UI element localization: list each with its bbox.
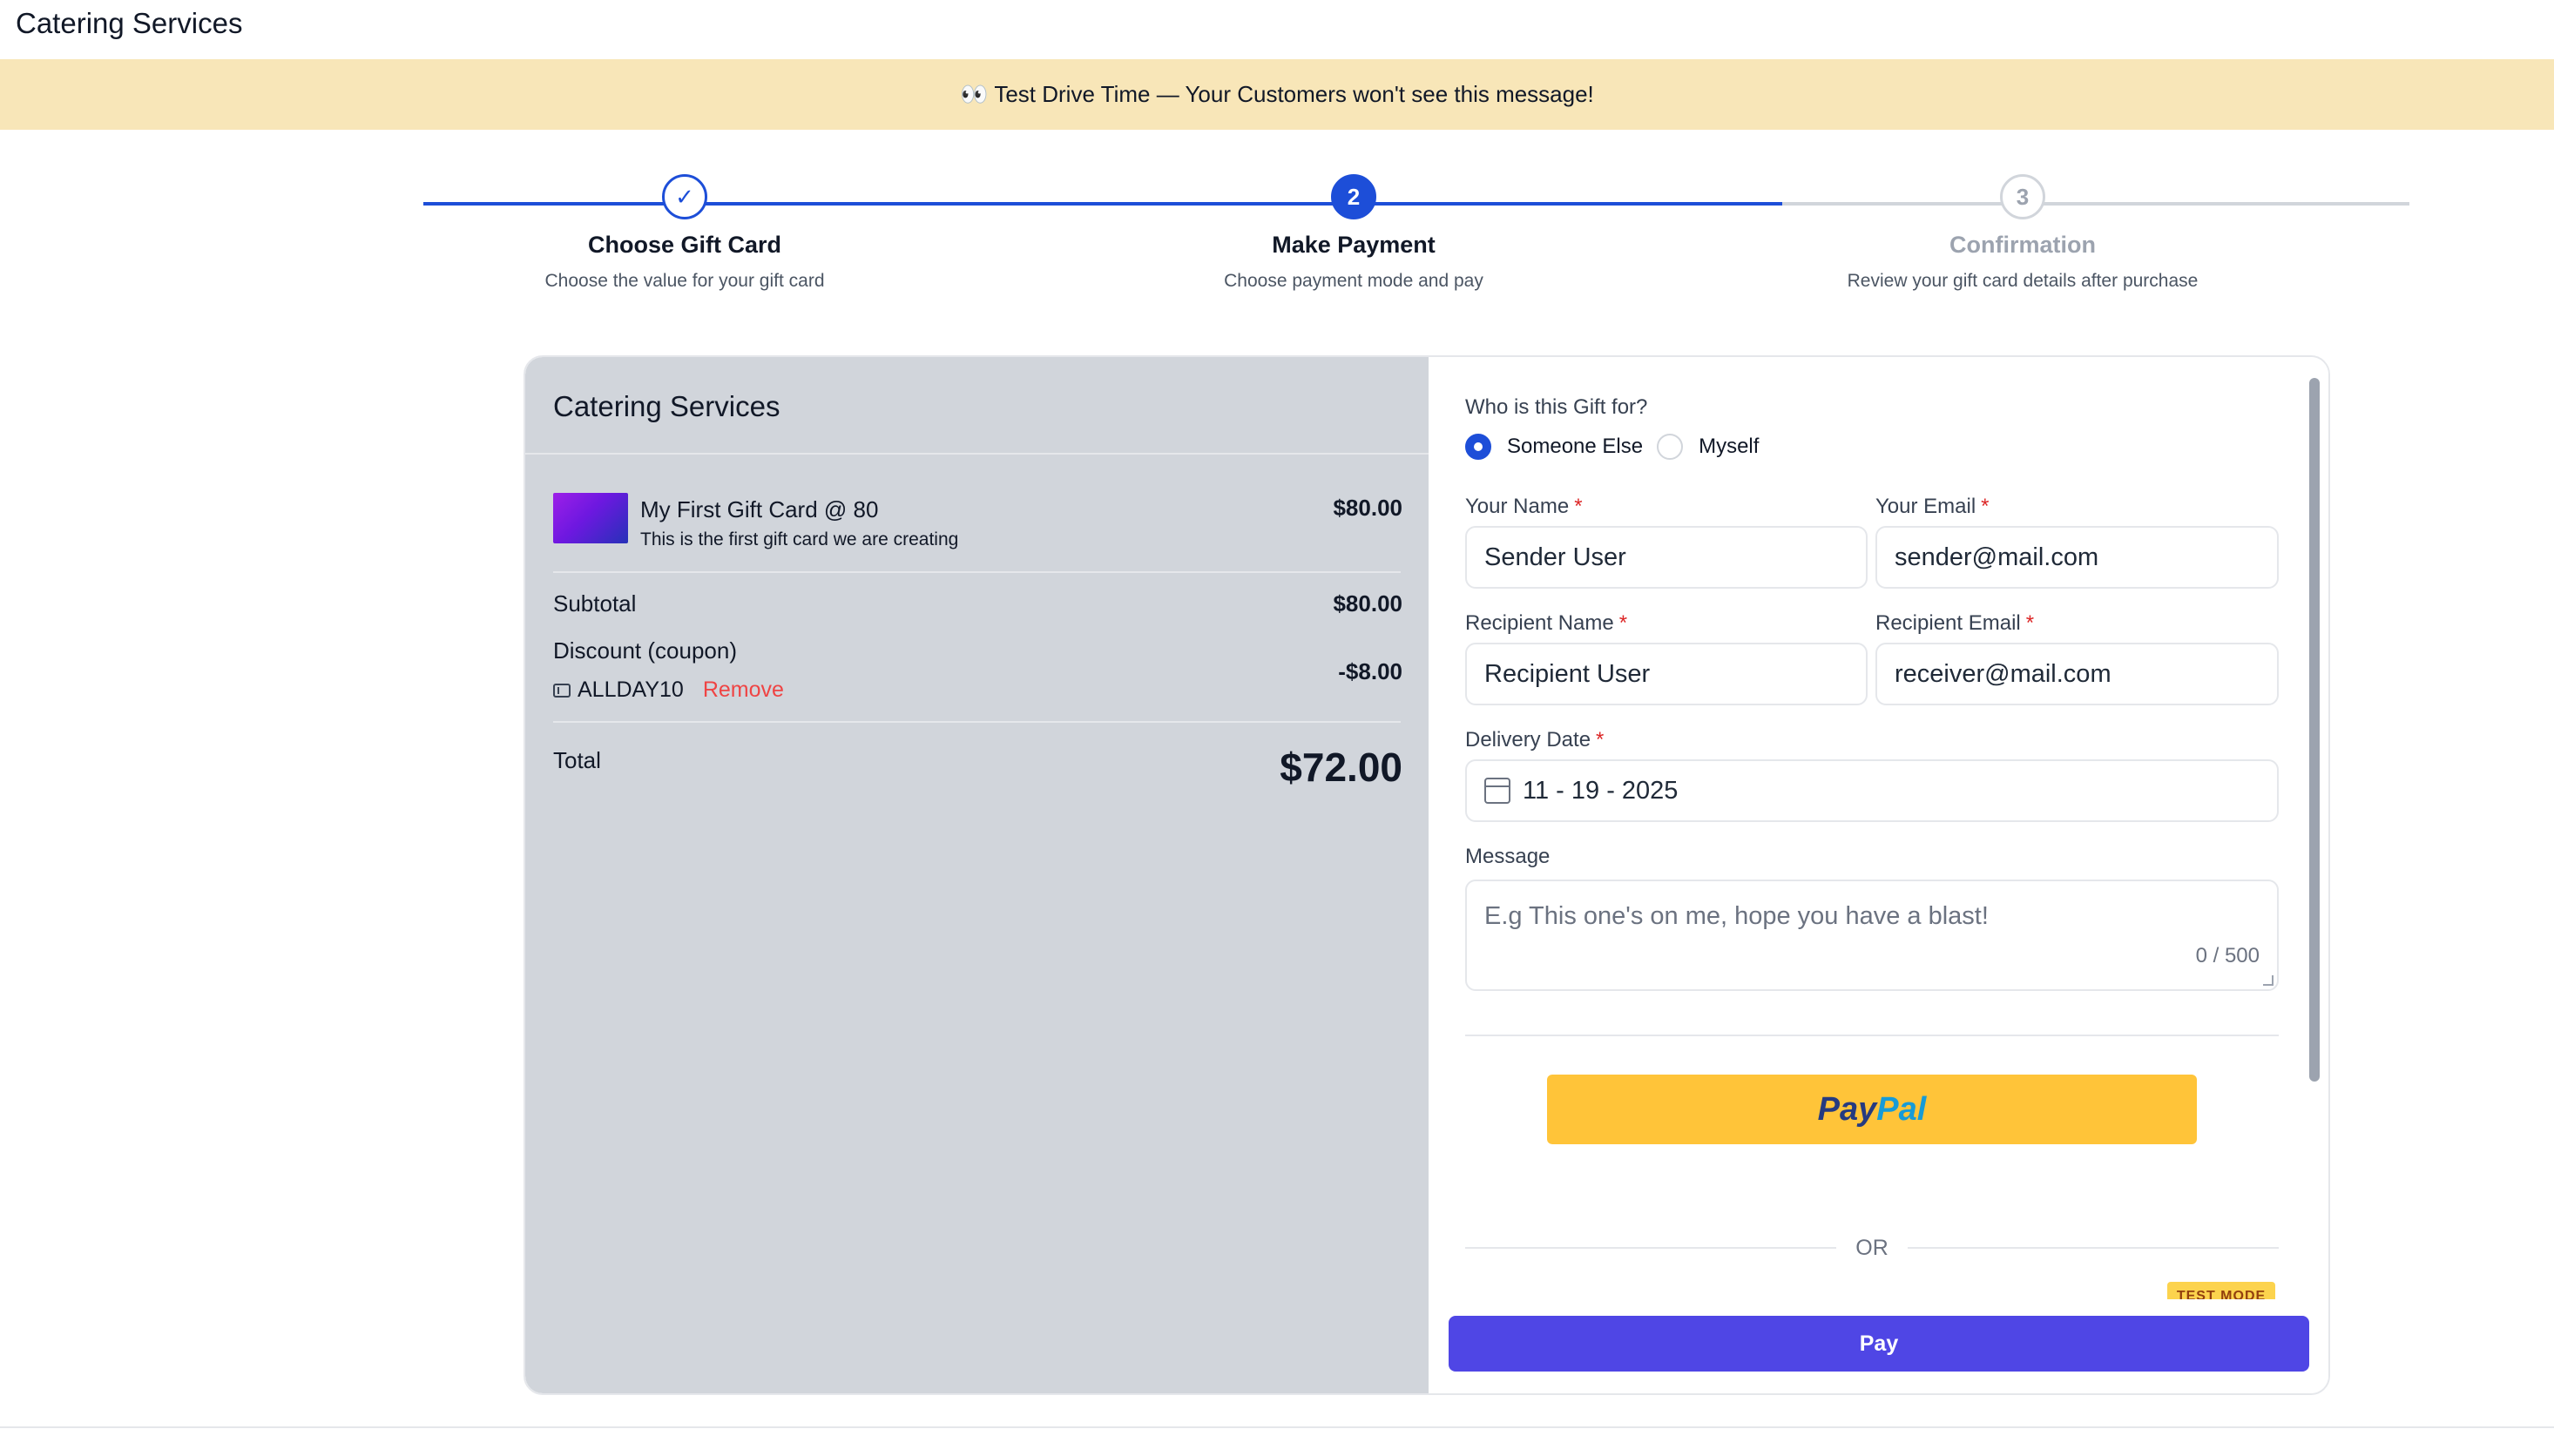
radio-myself[interactable] (1657, 434, 1684, 460)
required-mark: * (1574, 495, 1583, 518)
form-divider (1465, 1035, 2279, 1036)
discount-label: Discount (coupon) (553, 637, 737, 664)
summary-divider (553, 721, 1401, 723)
total-value: $72.00 (1280, 745, 1402, 790)
summary-divider (553, 571, 1401, 573)
required-mark: * (2025, 611, 2035, 635)
form-scrollbar[interactable] (2309, 378, 2320, 1082)
step-subtitle: Choose the value for your gift card (544, 271, 825, 291)
message-textarea[interactable]: E.g This one's on me, hope you have a bl… (1465, 880, 2279, 991)
checkout-stepper: ✓ Choose Gift Card Choose the value for … (423, 174, 2409, 305)
your-email-label: Your Email * (1875, 495, 1990, 519)
recipient-name-input[interactable]: Recipient User (1465, 643, 1868, 705)
step-title: Make Payment (1272, 232, 1436, 258)
radio-label-someone-else: Someone Else (1507, 435, 1644, 458)
paypal-logo-pal: Pal (1876, 1090, 1927, 1128)
discount-value: -$8.00 (1338, 658, 1402, 684)
paypal-button[interactable]: Pay Pal (1547, 1075, 2197, 1144)
or-line-right (1907, 1247, 2279, 1249)
step-make-payment: 2 Make Payment Choose payment mode and p… (1092, 174, 1615, 292)
paypal-logo-pay: Pay (1817, 1090, 1877, 1128)
gift-for-radio-group: Someone Else Myself (1465, 434, 1773, 460)
checkmark-icon: ✓ (662, 174, 707, 219)
delivery-date-value: 11 - 19 - 2025 (1523, 776, 1679, 805)
your-name-label-text: Your Name (1465, 495, 1570, 518)
step-choose-gift-card[interactable]: ✓ Choose Gift Card Choose the value for … (423, 174, 946, 292)
pay-button[interactable]: Pay (1449, 1316, 2309, 1372)
summary-shop-name: Catering Services (553, 390, 780, 422)
step-subtitle: Choose payment mode and pay (1224, 271, 1483, 291)
or-label: OR (1855, 1235, 1888, 1260)
step-number: 2 (1331, 174, 1376, 219)
your-email-input[interactable]: sender@mail.com (1875, 526, 2279, 589)
your-name-input[interactable]: Sender User (1465, 526, 1868, 589)
recipient-email-input[interactable]: receiver@mail.com (1875, 643, 2279, 705)
step-subtitle: Review your gift card details after purc… (1847, 271, 2199, 291)
gift-card-price: $80.00 (1333, 495, 1402, 521)
required-mark: * (1618, 611, 1628, 635)
delivery-date-label-text: Delivery Date (1465, 728, 1591, 752)
gift-details-form: Who is this Gift for? Someone Else Mysel… (1429, 357, 2328, 1393)
required-mark: * (1981, 495, 1990, 518)
required-mark: * (1596, 728, 1605, 752)
recipient-name-label: Recipient Name * (1465, 611, 1627, 636)
your-name-label: Your Name * (1465, 495, 1583, 519)
top-bar: Catering Services (0, 0, 2554, 59)
gift-card-description: This is the first gift card we are creat… (640, 529, 959, 549)
message-char-count: 0 / 500 (2195, 944, 2260, 967)
gift-for-label: Who is this Gift for? (1465, 395, 1648, 419)
resize-handle-icon[interactable] (2263, 975, 2274, 986)
coupon-tag-icon (553, 683, 571, 698)
test-drive-banner: 👀 Test Drive Time — Your Customers won't… (0, 59, 2554, 130)
test-mode-badge: TEST MODE (2167, 1282, 2275, 1299)
recipient-email-label-text: Recipient Email (1875, 611, 2021, 635)
your-email-label-text: Your Email (1875, 495, 1976, 518)
checkout-card: Catering Services My First Gift Card @ 8… (524, 355, 2330, 1395)
step-title: Choose Gift Card (587, 232, 781, 258)
radio-label-myself: Myself (1699, 435, 1760, 458)
delivery-date-label: Delivery Date * (1465, 728, 1604, 752)
or-separator: OR (1465, 1235, 2279, 1261)
recipient-name-label-text: Recipient Name (1465, 611, 1614, 635)
message-label: Message (1465, 845, 1551, 868)
radio-someone-else[interactable] (1465, 434, 1491, 460)
total-label: Total (553, 747, 601, 773)
recipient-email-label: Recipient Email * (1875, 611, 2034, 636)
order-summary-panel: Catering Services My First Gift Card @ 8… (525, 357, 1429, 1393)
subtotal-value: $80.00 (1333, 590, 1402, 617)
page-bottom-divider (0, 1426, 2554, 1428)
coupon-code: ALLDAY10 (578, 677, 684, 702)
or-line-left (1465, 1247, 1837, 1249)
gift-card-thumbnail (553, 493, 628, 543)
brand-title: Catering Services (16, 7, 243, 39)
step-number: 3 (2000, 174, 2045, 219)
coupon-row: ALLDAY10 Remove (553, 677, 784, 703)
step-confirmation: 3 Confirmation Review your gift card det… (1761, 174, 2284, 292)
subtotal-label: Subtotal (553, 590, 637, 617)
message-placeholder: E.g This one's on me, hope you have a bl… (1484, 902, 1989, 930)
remove-coupon-link[interactable]: Remove (703, 677, 784, 703)
gift-card-title: My First Gift Card @ 80 (640, 496, 879, 522)
step-title: Confirmation (1949, 232, 2096, 258)
delivery-date-input[interactable]: 11 - 19 - 2025 (1465, 759, 2279, 822)
summary-divider (525, 453, 1429, 455)
calendar-icon (1484, 778, 1510, 804)
